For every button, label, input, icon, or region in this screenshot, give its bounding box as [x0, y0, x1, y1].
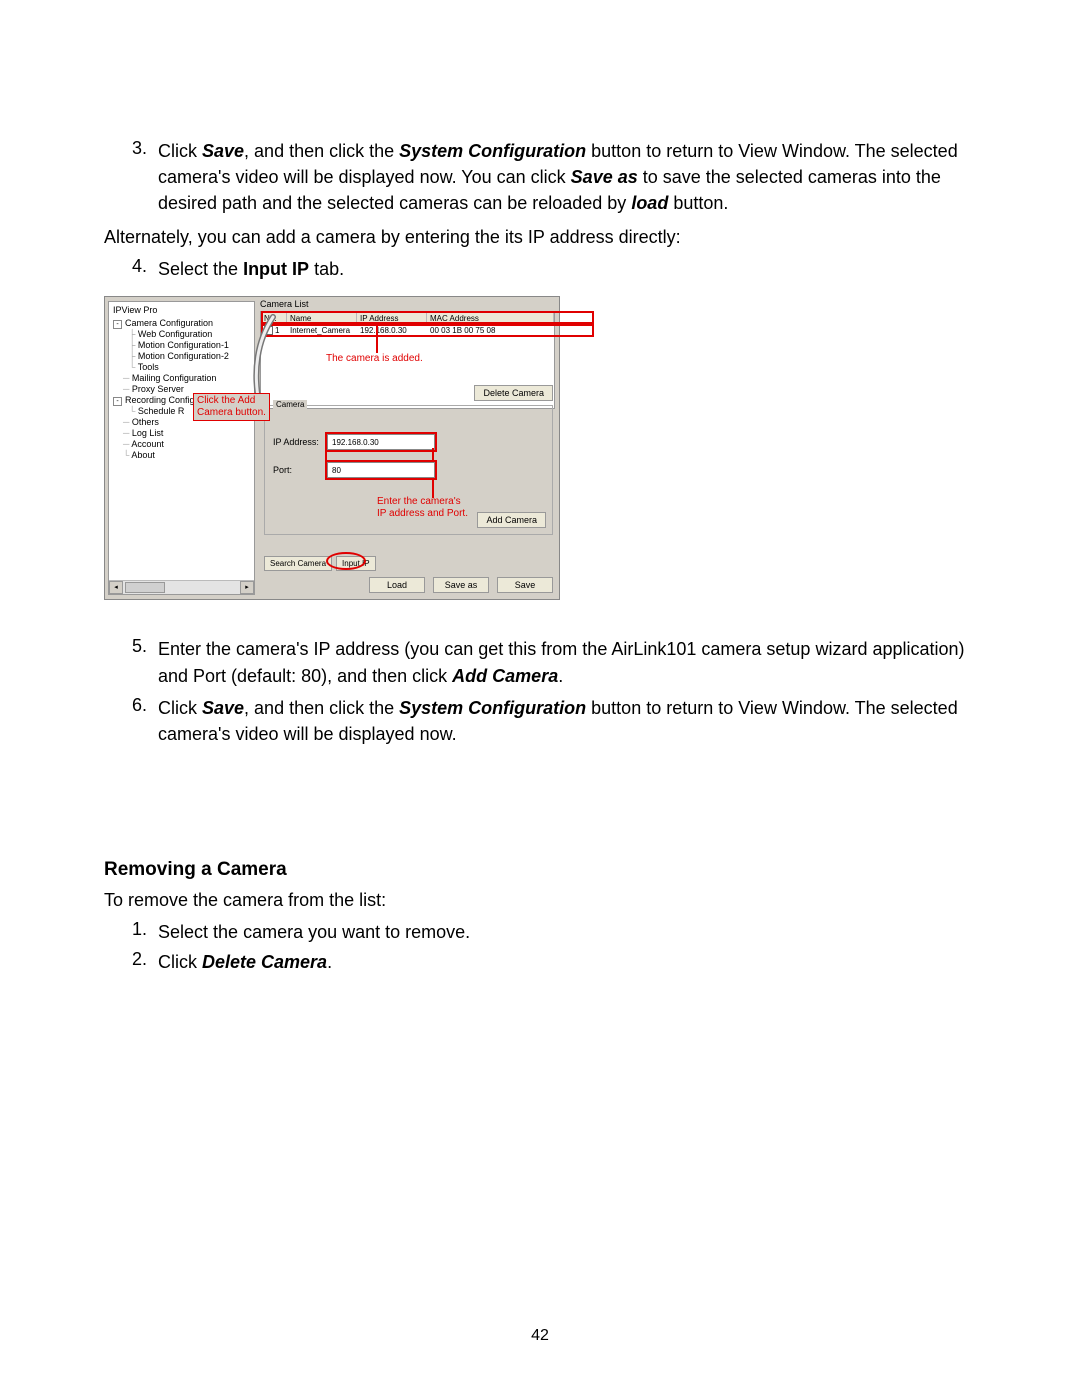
scroll-thumb[interactable]: [125, 582, 165, 593]
annotation-ip-outline: [325, 432, 437, 452]
tab-row: Search Camera Input IP: [264, 556, 376, 571]
annotation-click-add: Click the Add Camera button.: [193, 393, 270, 421]
tree-loglist[interactable]: Log List: [132, 428, 164, 438]
port-input[interactable]: [327, 462, 435, 478]
load-button[interactable]: Load: [369, 577, 425, 593]
delete-camera-button[interactable]: Delete Camera: [474, 385, 553, 401]
checkbox-icon[interactable]: [264, 326, 273, 335]
annotation-port-outline: [325, 460, 437, 480]
annotation-enter-ip: Enter the camera's IP address and Port.: [377, 496, 468, 520]
tree-camera-config[interactable]: Camera Configuration: [125, 318, 213, 328]
tree-mailing[interactable]: Mailing Configuration: [132, 373, 217, 383]
tree-pane: IPView Pro -Camera Configuration ├ Web C…: [108, 301, 255, 595]
annotation-line: [432, 478, 434, 498]
step-3-text: Click Save, and then click the System Co…: [158, 138, 976, 216]
tree-motion-2[interactable]: Motion Configuration-2: [138, 351, 229, 361]
app-window: IPView Pro -Camera Configuration ├ Web C…: [104, 296, 560, 600]
port-label: Port:: [273, 465, 325, 475]
annotation-camera-added: The camera is added.: [326, 353, 423, 365]
tree-proxy[interactable]: Proxy Server: [132, 384, 184, 394]
page-number: 42: [0, 1327, 1080, 1345]
tree-toggle[interactable]: -: [113, 320, 122, 329]
right-pane: Camera List No. Name IP Address MAC Addr…: [258, 297, 559, 599]
tab-search-camera[interactable]: Search Camera: [264, 556, 332, 571]
annotation-line: [432, 448, 434, 462]
tree-tools[interactable]: Tools: [138, 362, 159, 372]
tree-others[interactable]: Others: [132, 417, 159, 427]
alt-text: Alternately, you can add a camera by ent…: [104, 224, 976, 250]
tree-motion-1[interactable]: Motion Configuration-1: [138, 340, 229, 350]
save-button[interactable]: Save: [497, 577, 553, 593]
bottom-buttons: Load Save as Save: [369, 577, 553, 593]
scroll-right-icon[interactable]: ▸: [240, 581, 254, 594]
annotation-row-outline: [261, 324, 594, 337]
scroll-left-icon[interactable]: ◂: [109, 581, 123, 594]
step-4-text: Select the Input IP tab.: [158, 256, 976, 282]
remove-step-1: 1. Select the camera you want to remove.: [132, 919, 976, 945]
heading-removing-camera: Removing a Camera: [104, 859, 976, 881]
add-camera-button[interactable]: Add Camera: [477, 512, 546, 528]
step-3: 3. Click Save, and then click the System…: [132, 138, 976, 216]
tree-about[interactable]: About: [131, 450, 155, 460]
annotation-header-outline: [261, 311, 594, 324]
remove-step-2: 2. Click Delete Camera.: [132, 949, 976, 975]
annotation-line: [325, 448, 327, 462]
add-camera-group-label: Camera: [273, 400, 307, 409]
camera-list-label: Camera List: [260, 299, 555, 309]
step-6: 6. Click Save, and then click the System…: [132, 695, 976, 747]
tree-account[interactable]: Account: [131, 439, 164, 449]
ip-label: IP Address:: [273, 437, 325, 447]
tree-web-config[interactable]: Web Configuration: [138, 329, 212, 339]
tree-hscroll[interactable]: ◂ ▸: [109, 580, 254, 594]
save-as-button[interactable]: Save as: [433, 577, 489, 593]
ip-input[interactable]: [327, 434, 435, 450]
step-4: 4. Select the Input IP tab.: [132, 256, 976, 282]
add-camera-group: Camera IP Address: Port:: [264, 405, 553, 535]
tree-toggle-rec[interactable]: -: [113, 397, 122, 406]
remove-intro: To remove the camera from the list:: [104, 887, 976, 913]
app-title: IPView Pro: [109, 302, 254, 318]
annotation-line: [376, 325, 378, 353]
step-5-text: Enter the camera's IP address (you can g…: [158, 636, 976, 688]
step-5: 5. Enter the camera's IP address (you ca…: [132, 636, 976, 688]
step-6-text: Click Save, and then click the System Co…: [158, 695, 976, 747]
tree-schedule[interactable]: Schedule R: [138, 406, 185, 416]
